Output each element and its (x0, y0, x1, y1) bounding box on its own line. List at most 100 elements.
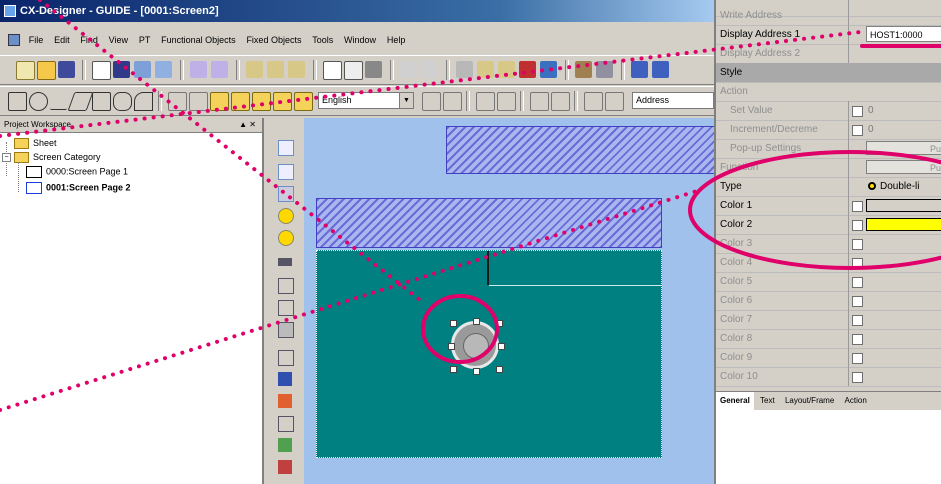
state-2-icon[interactable] (551, 92, 570, 111)
checkbox[interactable] (852, 239, 863, 250)
blank-page-icon[interactable] (92, 61, 111, 80)
selection-handle[interactable] (450, 366, 457, 373)
checkbox[interactable] (852, 125, 863, 136)
hatched-object-middle[interactable] (316, 198, 662, 248)
scissors-icon[interactable] (456, 61, 473, 78)
word-button-icon[interactable] (278, 164, 294, 180)
screen-icon[interactable] (134, 61, 151, 78)
save-all-icon[interactable] (113, 61, 130, 78)
level-meter-icon[interactable] (278, 394, 292, 408)
find-icon[interactable] (575, 61, 592, 78)
bit-lamp-icon[interactable] (278, 208, 294, 224)
property-write-address[interactable]: Write Address (716, 6, 941, 26)
analog-meter-icon[interactable] (278, 350, 294, 366)
open-folder-icon[interactable] (37, 61, 56, 80)
print-icon[interactable] (365, 61, 382, 78)
paste-object-icon[interactable] (498, 61, 515, 78)
screen-editor-canvas[interactable] (304, 118, 716, 484)
menu-help[interactable]: Help (383, 30, 410, 50)
circle-icon[interactable] (29, 92, 48, 111)
sector-icon[interactable] (113, 92, 132, 111)
replace-icon[interactable] (596, 61, 613, 78)
align-right-icon[interactable] (189, 92, 208, 111)
delete-icon[interactable] (519, 61, 536, 78)
property-display-address-2[interactable]: Display Address 2 (716, 44, 941, 64)
workspace-controls[interactable]: ▲ ✕ (239, 118, 256, 132)
property-color-4[interactable]: Color 4 (716, 253, 941, 273)
group-icon[interactable] (210, 92, 229, 111)
popup-button[interactable]: Pu (866, 141, 941, 155)
radio-selected-icon[interactable] (868, 182, 876, 190)
line-icon[interactable] (50, 92, 67, 110)
redo-icon[interactable] (421, 61, 438, 78)
copy-object-icon[interactable] (477, 61, 494, 78)
checkbox[interactable] (852, 353, 863, 364)
menu-edit[interactable]: Edit (50, 30, 74, 50)
menu-window[interactable]: Window (340, 30, 380, 50)
transfer-icon[interactable] (190, 61, 207, 78)
command-button-icon[interactable] (278, 186, 294, 202)
tree-item-screen-category[interactable]: − Screen Category (2, 152, 101, 164)
alarm-icon[interactable] (278, 460, 292, 474)
menu-functional-objects[interactable]: Functional Objects (157, 30, 240, 50)
selection-handle[interactable] (496, 366, 503, 373)
on-off-icon[interactable] (476, 92, 495, 111)
property-display-address-1[interactable]: Display Address 1 HOST1:0000 (716, 25, 941, 45)
new-file-icon[interactable] (16, 61, 35, 80)
display-address-input[interactable]: HOST1:0000 (866, 26, 941, 42)
tree-item-sheet[interactable]: Sheet (14, 138, 57, 150)
property-color-8[interactable]: Color 8 (716, 329, 941, 349)
property-function[interactable]: Function Pu (716, 158, 941, 178)
validate-icon[interactable] (652, 61, 669, 78)
test-icon[interactable] (540, 61, 557, 78)
tab-general[interactable]: General (716, 392, 754, 410)
property-color-10[interactable]: Color 10 (716, 367, 941, 387)
selection-handle[interactable] (473, 368, 480, 375)
checkbox[interactable] (852, 296, 863, 307)
undo-icon[interactable] (400, 61, 417, 78)
selection-handle[interactable] (450, 320, 457, 327)
pb-button-icon[interactable] (278, 140, 294, 156)
chevron-down-icon[interactable]: ▼ (399, 93, 413, 108)
copy-icon[interactable] (267, 61, 284, 78)
send-back-icon[interactable] (273, 92, 292, 111)
checkbox[interactable] (852, 372, 863, 383)
checkbox[interactable] (852, 334, 863, 345)
tab-layout-frame[interactable]: Layout/Frame (781, 392, 838, 410)
checkbox[interactable] (852, 201, 863, 212)
list-selection-icon[interactable] (278, 300, 294, 316)
bit-lamp-object[interactable] (448, 318, 505, 375)
property-color-7[interactable]: Color 7 (716, 310, 941, 330)
hatched-object-top[interactable] (446, 126, 716, 174)
check-icon[interactable] (631, 61, 648, 78)
property-color-5[interactable]: Color 5 (716, 272, 941, 292)
property-color-6[interactable]: Color 6 (716, 291, 941, 311)
bar-graph-icon[interactable] (278, 372, 292, 386)
collapse-icon[interactable]: − (2, 153, 11, 163)
property-set-value[interactable]: Set Value 0 (716, 101, 941, 121)
property-popup-settings[interactable]: Pop-up Settings Pu (716, 139, 941, 159)
tab-action[interactable]: Action (841, 392, 871, 410)
checkbox[interactable] (852, 106, 863, 117)
align-left-icon[interactable] (168, 92, 187, 111)
string-display-icon[interactable] (278, 278, 294, 294)
property-color-2[interactable]: Color 2 (716, 215, 941, 235)
arc-icon[interactable] (134, 92, 153, 111)
screen-copy-icon[interactable] (155, 61, 172, 78)
bring-front-icon[interactable] (252, 92, 271, 111)
screen-area[interactable] (316, 250, 662, 458)
selection-handle[interactable] (496, 320, 503, 327)
label-switch-2-icon[interactable] (443, 92, 462, 111)
thumbwheel-icon[interactable] (278, 322, 294, 338)
checkbox[interactable] (852, 220, 863, 231)
selection-handle[interactable] (473, 318, 480, 325)
language-select[interactable]: English ▼ (318, 92, 414, 109)
menu-find[interactable]: Find (76, 30, 102, 50)
ungroup-icon[interactable] (231, 92, 250, 111)
broken-line-graph-icon[interactable] (278, 416, 294, 432)
tree-item-screen-page-1[interactable]: 0000:Screen Page 1 (26, 166, 128, 178)
property-type[interactable]: Type Double-li (716, 177, 941, 197)
menu-fixed-objects[interactable]: Fixed Objects (242, 30, 305, 50)
fsm-2-icon[interactable] (605, 92, 624, 111)
state-icon[interactable] (530, 92, 549, 111)
